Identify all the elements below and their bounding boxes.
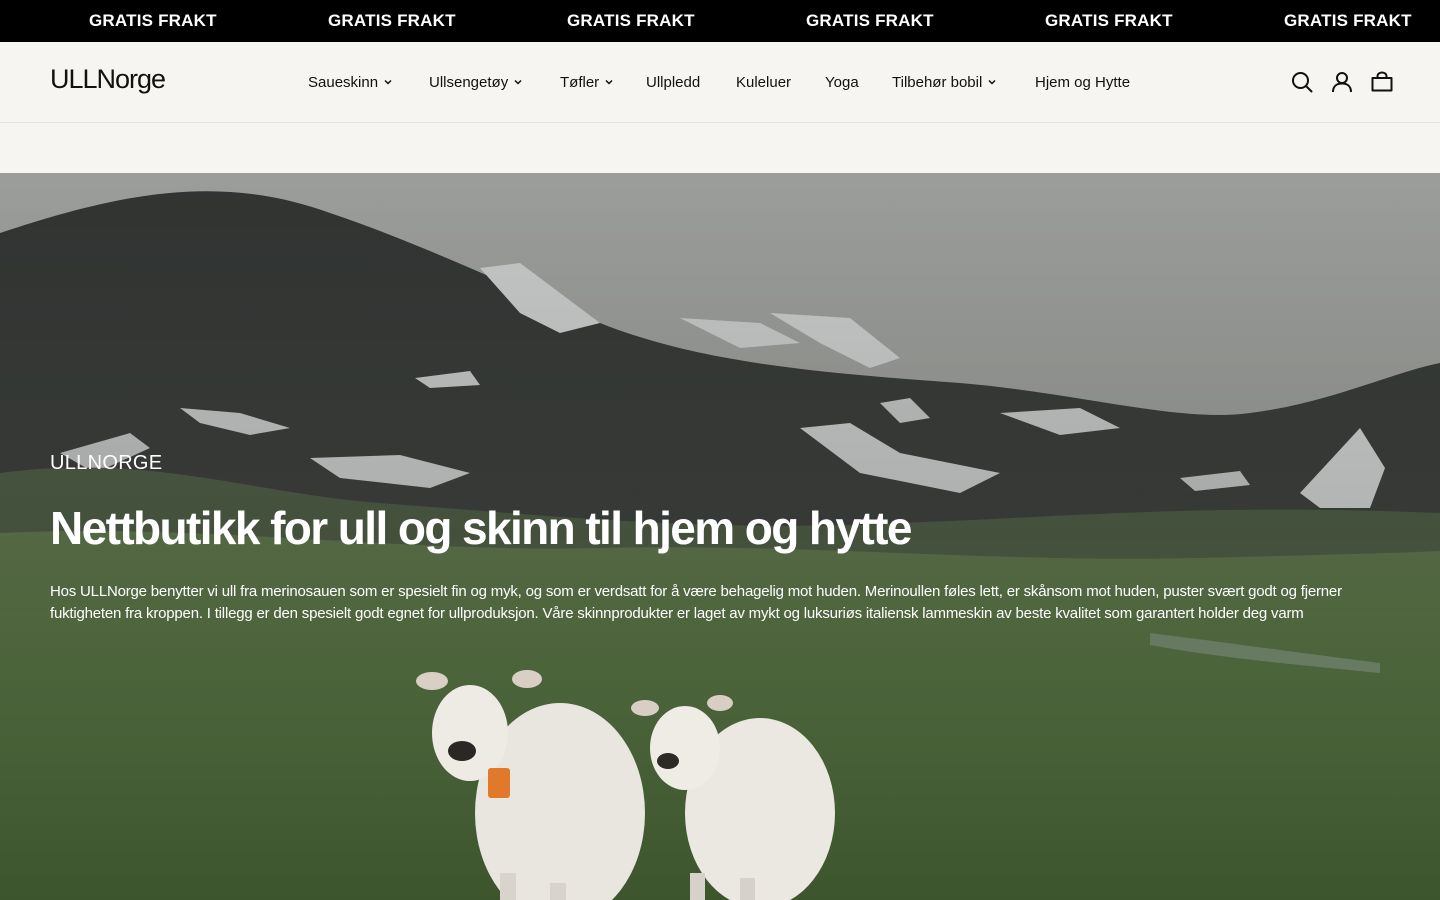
nav-item-tilbehor-bobil[interactable]: Tilbehør bobil bbox=[892, 42, 997, 122]
nav-item-label: Tilbehør bobil bbox=[892, 73, 983, 91]
chevron-down-icon bbox=[514, 79, 522, 85]
hero-eyebrow: ULLNORGE bbox=[50, 452, 163, 474]
hero-banner: ULLNORGE Nettbutikk for ull og skinn til… bbox=[0, 173, 1440, 900]
announcement-text: GRATIS FRAKT bbox=[89, 11, 217, 30]
announcement-text: GRATIS FRAKT bbox=[1284, 11, 1412, 30]
announcement-text: GRATIS FRAKT bbox=[806, 11, 934, 30]
nav-item-label: Kuleluer bbox=[736, 73, 792, 91]
nav-item-label: Yoga bbox=[825, 73, 859, 91]
nav-item-saueskinn[interactable]: Saueskinn bbox=[308, 42, 393, 122]
announcement-text: GRATIS FRAKT bbox=[567, 11, 695, 30]
nav-item-yoga[interactable]: Yoga bbox=[825, 42, 859, 122]
account-icon[interactable] bbox=[1330, 70, 1354, 94]
site-header: ULLNorge Saueskinn Ullsengetøy Tøfler Ul… bbox=[0, 42, 1440, 123]
hero-title: Nettbutikk for ull og skinn til hjem og … bbox=[50, 502, 912, 554]
announcement-text: GRATIS FRAKT bbox=[328, 11, 456, 30]
nav-item-label: Tøfler bbox=[560, 73, 600, 91]
nav-item-ullsengetoy[interactable]: Ullsengetøy bbox=[429, 42, 523, 122]
nav-item-label: Ullsengetøy bbox=[429, 73, 509, 91]
nav-item-hjem-og-hytte[interactable]: Hjem og Hytte bbox=[1035, 42, 1130, 122]
chevron-down-icon bbox=[384, 79, 392, 85]
cart-icon[interactable] bbox=[1370, 70, 1394, 94]
nav-item-label: Saueskinn bbox=[308, 73, 379, 91]
chevron-down-icon bbox=[988, 79, 996, 85]
announcement-text: GRATIS FRAKT bbox=[1045, 11, 1173, 30]
nav-item-label: Ullpledd bbox=[646, 73, 701, 91]
search-icon[interactable] bbox=[1290, 70, 1314, 94]
announcement-bar: GRATIS FRAKT GRATIS FRAKT GRATIS FRAKT G… bbox=[0, 0, 1440, 42]
nav-item-kuleluer[interactable]: Kuleluer bbox=[736, 42, 791, 122]
site-logo[interactable]: ULLNorge bbox=[50, 64, 166, 95]
nav-item-ullpledd[interactable]: Ullpledd bbox=[646, 42, 700, 122]
nav-item-label: Hjem og Hytte bbox=[1035, 73, 1131, 91]
nav-item-tofler[interactable]: Tøfler bbox=[560, 42, 614, 122]
hero-description: Hos ULLNorge benytter vi ull fra merinos… bbox=[50, 583, 1342, 622]
header-spacer bbox=[0, 123, 1440, 173]
chevron-down-icon bbox=[605, 79, 613, 85]
